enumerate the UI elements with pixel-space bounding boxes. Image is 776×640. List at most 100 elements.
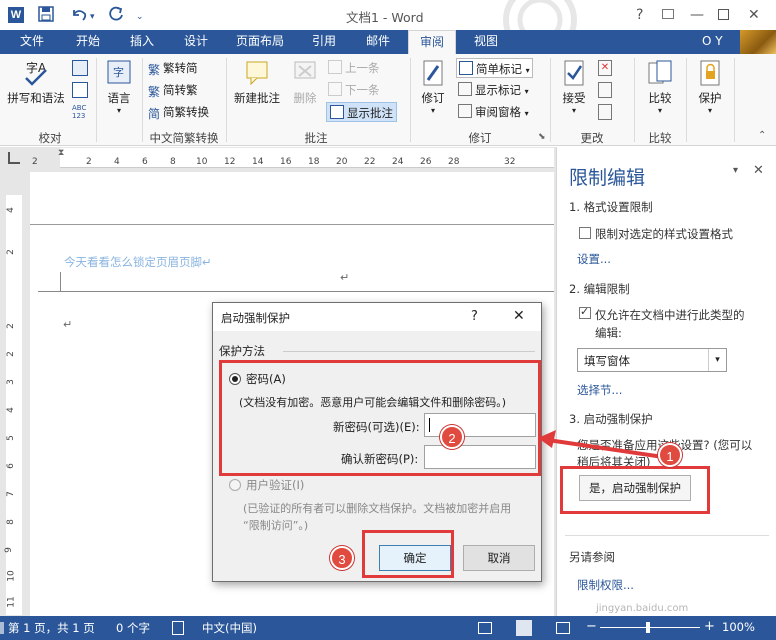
- zoom-slider-thumb[interactable]: [646, 622, 650, 633]
- user-auth-radio[interactable]: [229, 479, 241, 491]
- print-layout-icon[interactable]: [516, 620, 532, 636]
- dialog-help-button[interactable]: ?: [471, 309, 478, 324]
- delete-comment-button[interactable]: 删除: [286, 58, 324, 106]
- trad-to-simp-label: 繁转简: [163, 61, 198, 75]
- svg-text:字: 字: [113, 65, 124, 79]
- undo-icon[interactable]: [70, 6, 88, 26]
- customize-qat-icon[interactable]: ⌄: [136, 8, 144, 26]
- horizontal-ruler[interactable]: ⧗ 2 2 4 6 8 10 12 14 16 18 20 22 24 26 2…: [30, 148, 554, 168]
- tab-layout[interactable]: 页面布局: [226, 30, 294, 54]
- restrict-permission-link[interactable]: 限制权限...: [577, 577, 634, 593]
- chevron-down-icon: ▾: [571, 106, 576, 115]
- redo-icon[interactable]: [108, 6, 124, 26]
- editing-restriction-checkbox[interactable]: ✓: [579, 305, 591, 319]
- pane-close-button[interactable]: ✕: [753, 163, 764, 178]
- see-also-heading: 另请参阅: [569, 550, 615, 564]
- tab-mailings[interactable]: 邮件: [354, 30, 402, 54]
- group-label-chinese: 中文简繁转换: [149, 131, 219, 145]
- language-status[interactable]: 中文(中国): [202, 620, 257, 636]
- maximize-button[interactable]: [718, 9, 729, 20]
- show-comments-button[interactable]: 显示批注: [326, 102, 397, 122]
- thesaurus-icon[interactable]: [72, 60, 88, 76]
- simp-to-trad-button[interactable]: 繁简转繁: [148, 80, 198, 100]
- read-mode-icon[interactable]: [478, 622, 492, 634]
- trad-to-simp-button[interactable]: 繁繁转简: [148, 58, 198, 78]
- ruler-tick: 26: [420, 157, 432, 167]
- spelling-grammar-button[interactable]: 字A 拼写和语法: [4, 58, 68, 106]
- ruler-tick: 8: [5, 519, 16, 525]
- dialog-title-bar: 启动强制保护 ? ✕: [213, 303, 541, 331]
- accept-button[interactable]: 接受 ▾: [554, 58, 594, 115]
- reject-icon[interactable]: ✕: [598, 60, 612, 76]
- word-count-icon[interactable]: ABC 123: [72, 104, 88, 120]
- tab-insert[interactable]: 插入: [118, 30, 166, 54]
- proofing-status-icon[interactable]: [172, 621, 184, 635]
- define-icon[interactable]: [72, 82, 88, 98]
- tab-view[interactable]: 视图: [462, 30, 510, 54]
- ruler-toggle-icon[interactable]: [8, 152, 20, 164]
- ruler-tick: 2: [5, 351, 16, 357]
- show-markup-button[interactable]: 显示标记 ▾: [458, 80, 529, 100]
- chevron-down-icon: ▾: [430, 106, 435, 115]
- format-restriction-checkbox[interactable]: [579, 227, 591, 239]
- header-margin-mark: [60, 272, 61, 292]
- ruler-tick: 9: [3, 547, 14, 553]
- close-window-button[interactable]: ✕: [748, 6, 760, 24]
- track-changes-button[interactable]: 修订 ▾: [414, 58, 452, 115]
- prev-comment-button[interactable]: 上一条: [328, 58, 380, 78]
- ribbon-display-icon[interactable]: [662, 9, 674, 19]
- tab-home[interactable]: 开始: [62, 30, 114, 54]
- tab-file[interactable]: 文件: [8, 30, 56, 54]
- next-comment-button[interactable]: 下一条: [328, 80, 380, 100]
- header-line: [30, 224, 554, 225]
- pane-menu-icon[interactable]: ▾: [733, 165, 738, 176]
- review-pane-button[interactable]: 审阅窗格 ▾: [458, 102, 529, 122]
- zoom-in-button[interactable]: +: [704, 619, 715, 634]
- restrict-editing-pane: 限制编辑 ▾ ✕ 1. 格式设置限制 限制对选定的样式设置格式 设置... 2.…: [556, 147, 776, 616]
- zoom-slider[interactable]: [600, 622, 700, 633]
- format-settings-link[interactable]: 设置...: [577, 251, 611, 267]
- minimize-button[interactable]: —: [690, 6, 704, 24]
- show-markup-label: 显示标记: [475, 83, 521, 97]
- select-sections-link[interactable]: 选择节...: [577, 382, 622, 398]
- undo-dropdown-icon[interactable]: ▾: [90, 8, 95, 26]
- page-count[interactable]: 第 1 页，共 1 页: [8, 620, 95, 636]
- editing-restriction-label-2: 编辑:: [595, 326, 622, 340]
- new-comment-button[interactable]: 新建批注: [230, 58, 284, 106]
- next-change-icon[interactable]: [598, 104, 612, 120]
- save-icon[interactable]: [38, 6, 54, 26]
- previous-change-icon[interactable]: [598, 82, 612, 98]
- avatar[interactable]: [740, 30, 776, 54]
- compare-button[interactable]: 比较 ▾: [638, 58, 682, 115]
- user-name[interactable]: O Y: [702, 34, 723, 48]
- paragraph-mark: ↵: [63, 318, 73, 331]
- ruler-tick: 3: [5, 379, 16, 385]
- ruler-tick: 24: [392, 157, 404, 167]
- language-button[interactable]: 字 语言 ▾: [100, 58, 138, 115]
- protect-button[interactable]: 保护 ▾: [690, 58, 730, 115]
- user-auth-label: 用户验证(I): [246, 478, 305, 492]
- tab-references[interactable]: 引用: [300, 30, 348, 54]
- header-text[interactable]: 今天看看怎么锁定页眉页脚↵: [64, 254, 212, 270]
- annotation-box-password-group: [219, 360, 541, 476]
- zoom-out-button[interactable]: −: [586, 619, 597, 634]
- ruler-tick: 2: [5, 249, 16, 255]
- dialog-close-button[interactable]: ✕: [513, 308, 525, 324]
- chinese-conversion-button[interactable]: 简简繁转换: [148, 102, 209, 122]
- dialog-launcher-icon[interactable]: ⬊: [538, 132, 546, 142]
- markup-select[interactable]: 简单标记 ▾: [456, 58, 533, 78]
- tab-review[interactable]: 审阅: [408, 30, 456, 54]
- chevron-down-icon: ▾: [708, 349, 726, 371]
- collapse-ribbon-icon[interactable]: ⌃: [758, 130, 766, 141]
- indent-marker[interactable]: ⧗: [58, 148, 64, 158]
- help-icon[interactable]: ?: [636, 6, 643, 24]
- word-logo-icon: W: [8, 7, 24, 23]
- word-count[interactable]: 0 个字: [116, 620, 150, 636]
- tab-design[interactable]: 设计: [172, 30, 220, 54]
- editing-type-select[interactable]: 填写窗体 ▾: [577, 348, 727, 372]
- ruler-tick: 20: [336, 157, 348, 167]
- group-separator: [96, 58, 97, 142]
- zoom-level[interactable]: 100%: [722, 620, 755, 634]
- web-layout-icon[interactable]: [556, 622, 570, 634]
- cancel-button[interactable]: 取消: [463, 545, 535, 571]
